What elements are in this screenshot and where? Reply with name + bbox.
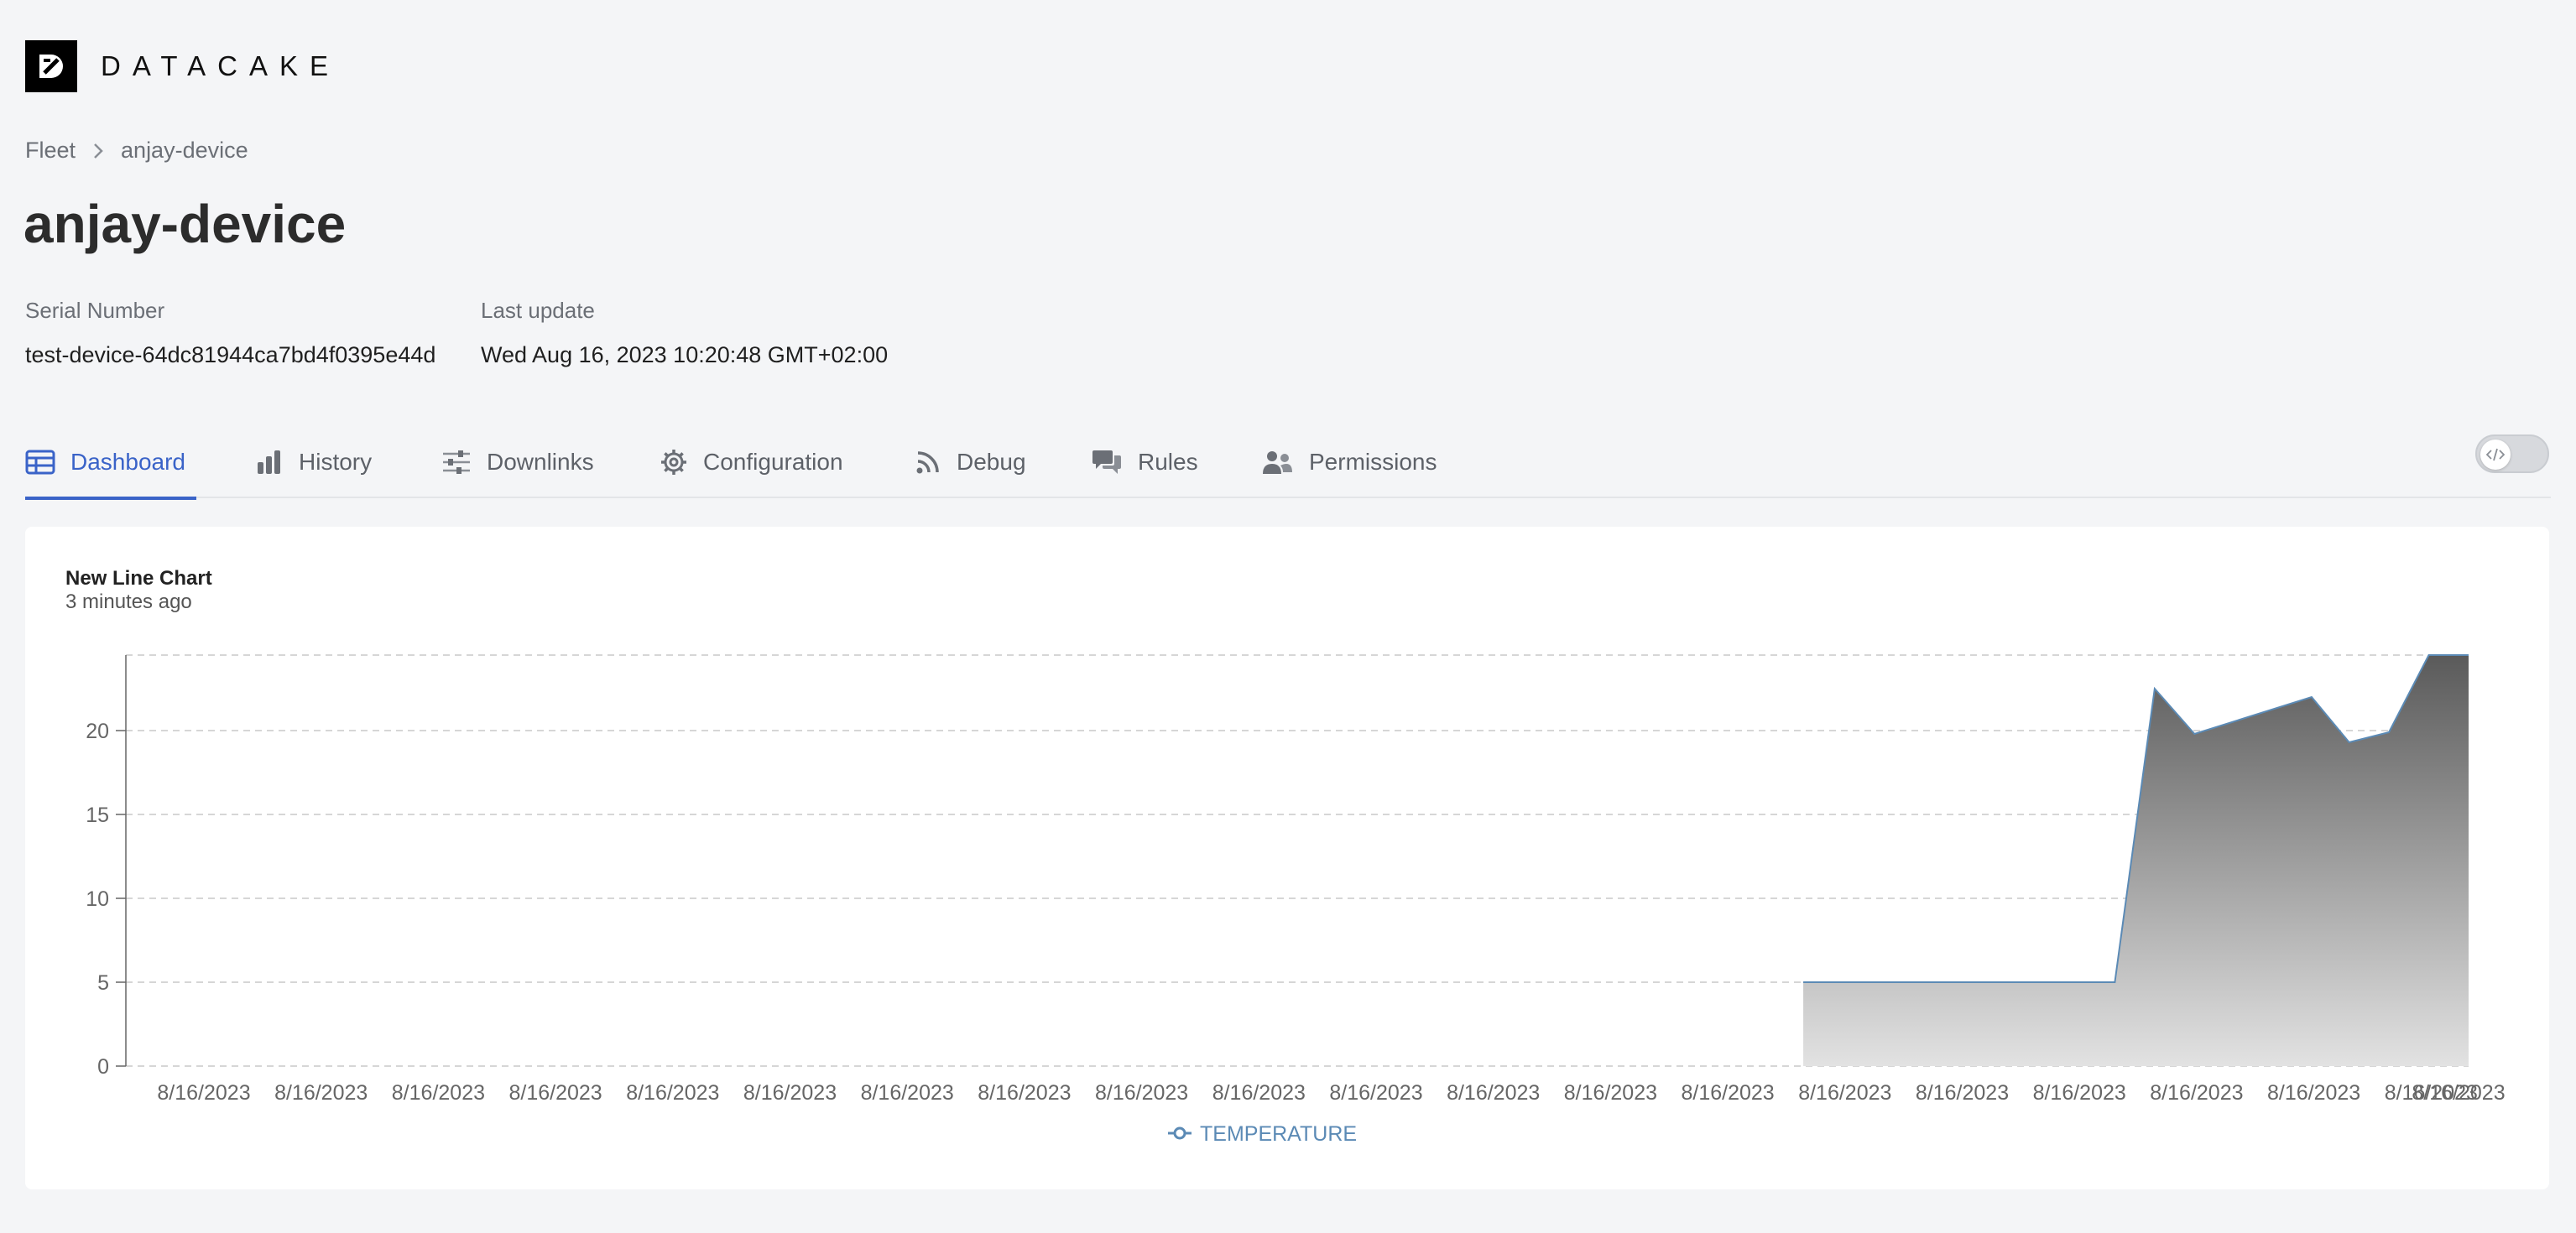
x-tick-label: 8/16/2023 <box>743 1081 837 1105</box>
y-tick-label: 15 <box>86 804 109 827</box>
x-tick-label: 8/16/2023 <box>1564 1081 1657 1105</box>
series-area <box>1803 655 2469 1066</box>
last-update-label: Last update <box>481 298 595 323</box>
line-chart-widget: New Line Chart 3 minutes ago 0 5 10 15 20 8/1… <box>25 527 2549 1189</box>
tab-downlinks[interactable]: Downlinks <box>441 426 594 498</box>
y-tick-label: 10 <box>86 887 109 911</box>
x-tick-label: 8/16/2023 <box>1095 1081 1188 1105</box>
datacake-logo-icon <box>25 40 77 92</box>
x-tick-label: 8/16/2023 <box>1329 1081 1422 1105</box>
code-view-toggle[interactable] <box>2475 434 2549 473</box>
breadcrumb-fleet-link[interactable]: Fleet <box>25 138 76 164</box>
temperature-line-chart: 0 5 10 15 20 8/16/2023 8/16/2023 8/16/2023 8/16/… <box>86 654 2506 1146</box>
chevron-right-icon <box>92 142 104 160</box>
table-icon <box>25 450 55 475</box>
tab-configuration[interactable]: Configuration <box>660 426 843 498</box>
x-tick-label: 8/16/2023 <box>861 1081 954 1105</box>
tab-history-label: History <box>299 449 373 475</box>
tab-debug-label: Debug <box>957 449 1026 475</box>
tab-downlinks-label: Downlinks <box>487 449 594 475</box>
legend-label: TEMPERATURE <box>1200 1122 1357 1146</box>
tab-configuration-label: Configuration <box>703 449 843 475</box>
page-title: anjay-device <box>23 194 347 254</box>
x-tick-label: 8/16/2023 <box>626 1081 719 1105</box>
legend-marker-icon <box>1173 1126 1186 1140</box>
sliders-icon <box>443 450 470 474</box>
last-update-block: Last update Wed Aug 16, 2023 10:20:48 GM… <box>481 298 888 368</box>
x-tick-label: 8/16/2023 <box>2267 1081 2360 1105</box>
tab-history[interactable]: History <box>255 426 372 498</box>
tab-permissions-label: Permissions <box>1309 449 1437 475</box>
last-update-value: Wed Aug 16, 2023 10:20:48 GMT+02:00 <box>481 342 889 367</box>
x-tick-label: 8/16/2023 <box>978 1081 1071 1105</box>
x-tick-label: 8/16/2023 <box>1212 1081 1306 1105</box>
tab-permissions[interactable]: Permissions <box>1260 426 1437 498</box>
tab-dashboard-label: Dashboard <box>70 449 185 475</box>
serial-number-value: test-device-64dc81944ca7bd4f0395e44d <box>25 342 436 367</box>
brand-logo[interactable]: DATACAKE <box>25 40 340 92</box>
x-tick-label: 8/16/2023 <box>1798 1081 1891 1105</box>
breadcrumb-current: anjay-device <box>121 138 248 163</box>
gear-icon <box>661 450 686 475</box>
y-tick-label: 20 <box>86 720 109 743</box>
x-tick-label: 8/16/2023 <box>1681 1081 1774 1105</box>
comments-icon <box>1092 450 1121 474</box>
x-tick-label: 8/16/2023 <box>2033 1081 2126 1105</box>
serial-number-label: Serial Number <box>25 298 165 323</box>
tab-dashboard[interactable]: Dashboard <box>25 426 196 500</box>
rss-icon <box>916 451 939 474</box>
code-icon <box>2480 440 2511 470</box>
x-tick-label: 8/16/2023 <box>1447 1081 1540 1105</box>
x-tick-label: 8/16/2023 <box>157 1081 250 1105</box>
tab-rules[interactable]: Rules <box>1091 426 1198 498</box>
serial-number-block: Serial Number test-device-64dc81944ca7bd… <box>25 298 435 368</box>
users-icon <box>1263 451 1292 474</box>
bar-chart-icon <box>258 450 280 474</box>
x-tick-label: 8/16/2023 <box>508 1081 602 1105</box>
breadcrumb: Fleet anjay-device <box>25 138 248 164</box>
x-tick-label: 8/16/2023 <box>1916 1081 2009 1105</box>
tab-bar: Dashboard History Downlinks Configuratio… <box>25 426 2551 500</box>
brand-name: DATACAKE <box>101 50 340 81</box>
y-tick-label: 0 <box>97 1055 109 1079</box>
x-tick-label: 8/16/2023 <box>2150 1081 2243 1105</box>
y-tick-label: 5 <box>97 971 109 995</box>
x-tick-label: 8/16/2023 <box>392 1081 485 1105</box>
tab-debug[interactable]: Debug <box>915 426 1026 498</box>
x-tick-label: 8/16/2023 <box>2412 1081 2505 1105</box>
tab-rules-label: Rules <box>1138 449 1198 475</box>
x-tick-label: 8/16/2023 <box>274 1081 368 1105</box>
